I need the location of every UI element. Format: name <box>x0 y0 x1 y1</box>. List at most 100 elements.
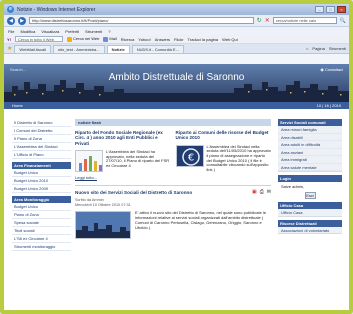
sidebar-item-ufficio-piano[interactable]: L'Ufficio di Piano <box>12 151 71 159</box>
news-title[interactable]: Riparto del Fondo Sociale Regionale (ex … <box>75 130 171 146</box>
tab-nuds[interactable]: NUDS.it - Comunità E... <box>131 45 184 53</box>
search-icon[interactable]: 🔍 <box>340 18 346 24</box>
menu-view[interactable]: Visualizza <box>41 29 59 34</box>
city-photo-icon <box>75 211 131 240</box>
back-icon[interactable]: ◀ <box>7 16 15 25</box>
main-content: notizie flash Riparto del Fondo Sociale … <box>75 116 271 240</box>
sidebar-item-strumenti[interactable]: Strumenti monitoraggio <box>12 243 71 251</box>
window-title: Notizie - Windows Internet Explorer <box>17 6 96 13</box>
toolbar-item-yahoo[interactable]: Yahoo! <box>138 37 150 42</box>
article-header: Nuovo sito dei Servizi Sociali del Distr… <box>75 189 271 195</box>
star-icon <box>67 36 72 42</box>
address-bar: ◀ ▶ http://www.distrettosaronno.it/it/Po… <box>4 15 349 27</box>
article-text: E' attivo il nuovo sito del Distretto di… <box>135 210 267 230</box>
news-title[interactable]: Riparto ai Comuni delle risorse del Budg… <box>176 130 272 141</box>
sidebar-item-budget-2010[interactable]: Budget Unico 2010 <box>12 177 71 185</box>
window-controls: – □ × <box>315 6 346 13</box>
read-more-link[interactable]: Leggi tutto... <box>75 175 171 180</box>
logout-button[interactable]: Esci <box>304 192 316 199</box>
news-text: L'Assemblea dei Sindaci nella seduta del… <box>206 143 271 172</box>
toolbar-item-webqui[interactable]: Web Qui <box>222 37 238 42</box>
sidebar-item-spesa[interactable]: Spesa sociale <box>12 219 71 227</box>
sidebar-item-distretto[interactable]: Il Distretto di Saronno <box>12 119 71 127</box>
tools-menu[interactable]: Strumenti <box>329 46 346 51</box>
article-date: Mercoledì 10 Ottobre 2010 07:31 <box>75 203 131 208</box>
news-item: Riparto del Fondo Sociale Regionale (ex … <box>75 130 171 180</box>
toolbar-item-ricerca[interactable]: Ricerca <box>121 37 135 42</box>
tab-notizie[interactable]: Notizie <box>106 45 130 53</box>
sidebar-item-assemblea[interactable]: L'Assemblea dei Sindaci <box>12 143 71 151</box>
casa-link[interactable]: Ufficio Casa <box>278 209 342 217</box>
news-text: L'Assemblea dei Sindaci ha approvato, ne… <box>106 149 170 168</box>
sidebar-item-piano-zona[interactable]: Il Piano di Zona <box>12 135 71 143</box>
site-banner: Search... Ambito Distrettuale di Saronno… <box>4 64 349 102</box>
yahoo-logo-icon: Y! <box>7 36 11 42</box>
tab-sito-test[interactable]: sito_test - Amministra... <box>53 45 105 53</box>
tab-tools: ⌂ Pagina Strumenti <box>306 46 346 51</box>
services-list: Area minori-famiglia Area disabili Area … <box>278 126 342 172</box>
service-item-immigrati[interactable]: Area immigrati <box>278 156 342 164</box>
menu-tools[interactable]: Strumenti <box>85 29 102 34</box>
article-body: E' attivo il nuovo sito del Distretto di… <box>75 210 271 240</box>
sidebar-item-mon-budget[interactable]: Budget Unico <box>12 203 71 211</box>
email-icon[interactable]: ✉ <box>267 189 271 195</box>
resources-link[interactable]: Associazioni di volontariato <box>278 226 342 234</box>
print-icon[interactable]: ⎙ <box>260 189 264 195</box>
sidebar-item-fsr[interactable]: L'S8 ex Circolare 4 <box>12 235 71 243</box>
favorites-star-icon[interactable]: ★ <box>7 45 12 52</box>
article-tools: ▣ ⎙ ✉ <box>252 189 271 195</box>
sidebar-item-budget-2009[interactable]: Budget Unico 2009 <box>12 185 71 193</box>
browser-search-input[interactable]: cerca/notizie nelle calo <box>272 17 337 24</box>
skyline-graphic <box>4 80 349 102</box>
web-page: Search... Ambito Distrettuale di Saronno… <box>4 64 349 310</box>
left-sidebar: Il Distretto di Saronno I Comuni del Dis… <box>12 116 71 251</box>
browser-window: e Notizie - Windows Internet Explorer – … <box>4 4 349 310</box>
home-icon[interactable]: ⌂ <box>306 46 308 51</box>
sidebar-item-mon-piano[interactable]: Piano di Zona <box>12 211 71 219</box>
service-item-minori[interactable]: Area minori-famiglia <box>278 126 342 134</box>
minimize-button[interactable]: – <box>315 6 324 13</box>
menu-edit[interactable]: Modifica <box>20 29 35 34</box>
tab-webmail[interactable]: WebMail.tiscali <box>14 45 51 53</box>
maximize-button[interactable]: □ <box>326 6 335 13</box>
close-button[interactable]: × <box>337 6 346 13</box>
mail-icon <box>103 36 109 42</box>
page-menu[interactable]: Pagina <box>312 46 324 51</box>
breadcrumb-home[interactable]: Home <box>12 102 23 109</box>
sidebar-item-comuni[interactable]: I Comuni del Distretto <box>12 127 71 135</box>
toolbar-search-input[interactable]: Cerca in tutto il Web <box>15 36 63 42</box>
yahoo-toolbar: Y! Cerca in tutto il Web Cerca nel Web M… <box>4 35 349 44</box>
svg-text:€: € <box>187 152 193 163</box>
service-item-adulti[interactable]: Area adulti in difficoltà <box>278 141 342 149</box>
contact-link[interactable]: ◉ Contattaci <box>320 67 343 72</box>
service-item-anziani[interactable]: Area anziani <box>278 149 342 156</box>
tab-strip: ★ WebMail.tiscali sito_test - Amministra… <box>4 44 349 54</box>
ie-logo-icon: e <box>7 6 14 13</box>
sidebar-section-monitoraggio: Area Monitoraggio <box>12 196 71 203</box>
article-title[interactable]: Nuovo sito dei Servizi Sociali del Distr… <box>75 190 192 195</box>
toolbar-item-answers[interactable]: Answers <box>155 37 170 42</box>
toolbar-item-translate[interactable]: Traduci la pagina <box>188 37 219 42</box>
toolbar-item-search[interactable]: Cerca nel Web <box>67 36 99 42</box>
chart-thumbnail-icon <box>75 150 103 173</box>
service-item-disabili[interactable]: Area disabili <box>278 134 342 141</box>
menu-help[interactable]: ? <box>108 29 110 34</box>
euro-icon: € <box>175 144 204 167</box>
pdf-icon[interactable]: ▣ <box>252 189 257 195</box>
menu-bar: File Modifica Visualizza Preferiti Strum… <box>4 27 349 35</box>
menu-file[interactable]: File <box>8 29 14 34</box>
refresh-icon[interactable]: ↻ <box>257 17 262 24</box>
toolbar-item-flickr[interactable]: Flickr <box>174 37 184 42</box>
sidebar-item-titoli[interactable]: Titoli sociali <box>12 227 71 235</box>
stop-icon[interactable]: ✕ <box>265 17 270 24</box>
site-title: Ambito Distrettuale di Saronno <box>108 72 245 83</box>
article-meta: Scritto da Ammin Mercoledì 10 Ottobre 20… <box>75 198 271 208</box>
menu-favorites[interactable]: Preferiti <box>65 29 79 34</box>
forward-icon[interactable]: ▶ <box>18 16 26 25</box>
sidebar-item-budget-unico[interactable]: Budget Unico <box>12 169 71 177</box>
url-field[interactable]: http://www.distrettosaronno.it/it/Posti/… <box>29 17 254 24</box>
casa-header: Ufficio Casa <box>278 202 342 209</box>
news-list: Riparto del Fondo Sociale Regionale (ex … <box>75 130 271 180</box>
toolbar-item-mail[interactable]: Mail <box>103 36 117 42</box>
service-item-salute[interactable]: Area salute mentale <box>278 164 342 171</box>
